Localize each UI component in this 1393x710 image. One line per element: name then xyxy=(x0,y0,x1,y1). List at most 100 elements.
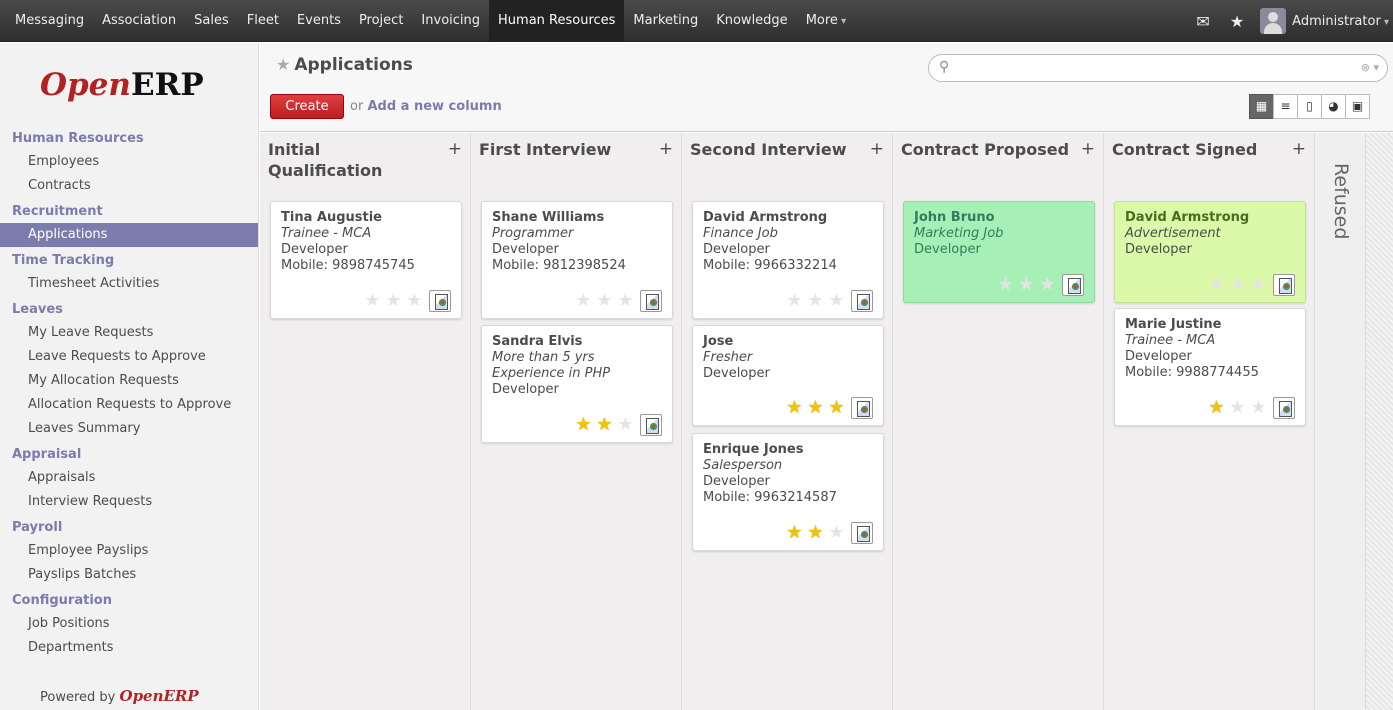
document-icon[interactable] xyxy=(640,414,662,436)
sidebar-section-time-tracking[interactable]: Time Tracking xyxy=(0,250,258,272)
menu-item-sales[interactable]: Sales xyxy=(185,0,238,42)
menu-item-knowledge[interactable]: Knowledge xyxy=(707,0,796,42)
priority-star-icon[interactable]: ★ xyxy=(404,291,425,311)
priority-star-icon[interactable]: ★ xyxy=(594,291,615,311)
priority-star-icon[interactable]: ★ xyxy=(1206,398,1227,418)
menu-item-association[interactable]: Association xyxy=(93,0,185,42)
avatar[interactable] xyxy=(1260,8,1287,34)
priority-star-icon[interactable]: ★ xyxy=(805,523,826,543)
document-icon[interactable] xyxy=(1273,397,1295,419)
add-card-icon[interactable]: + xyxy=(448,139,462,159)
applicant-name[interactable]: Sandra Elvis xyxy=(492,334,662,350)
applicant-name[interactable]: Shane Williams xyxy=(492,210,662,226)
document-icon[interactable] xyxy=(851,522,873,544)
priority-star-icon[interactable]: ★ xyxy=(784,291,805,311)
applicant-card[interactable]: Jose Fresher Developer ★ ★ ★ xyxy=(692,325,884,426)
sidebar-item-my-allocation-requests[interactable]: My Allocation Requests xyxy=(0,369,258,393)
applicant-name[interactable]: Marie Justine xyxy=(1125,317,1295,333)
applicant-name[interactable]: David Armstrong xyxy=(703,210,873,226)
document-icon[interactable] xyxy=(851,397,873,419)
sidebar-section-payroll[interactable]: Payroll xyxy=(0,517,258,539)
sidebar-item-appraisals[interactable]: Appraisals xyxy=(0,466,258,490)
sidebar-item-timesheet-activities[interactable]: Timesheet Activities xyxy=(0,272,258,296)
applicant-name[interactable]: David Armstrong xyxy=(1125,210,1295,226)
priority-star-icon[interactable]: ★ xyxy=(1016,275,1037,295)
priority-star-icon[interactable]: ★ xyxy=(784,398,805,418)
sidebar-item-applications[interactable]: Applications xyxy=(0,223,258,247)
menu-item-more[interactable]: More xyxy=(797,0,855,42)
priority-star-icon[interactable]: ★ xyxy=(573,415,594,435)
kanban-view-icon[interactable]: ▦ xyxy=(1249,94,1274,119)
menu-item-marketing[interactable]: Marketing xyxy=(624,0,707,42)
priority-star-icon[interactable]: ★ xyxy=(1248,275,1269,295)
priority-star-icon[interactable]: ★ xyxy=(805,291,826,311)
menu-item-human-resources[interactable]: Human Resources xyxy=(489,0,625,42)
priority-star-icon[interactable]: ★ xyxy=(594,415,615,435)
priority-star-icon[interactable]: ★ xyxy=(826,398,847,418)
menu-item-fleet[interactable]: Fleet xyxy=(238,0,288,42)
priority-star-icon[interactable]: ★ xyxy=(1227,275,1248,295)
star-icon[interactable]: ★ xyxy=(1220,12,1254,31)
menu-item-events[interactable]: Events xyxy=(288,0,350,42)
add-card-icon[interactable]: + xyxy=(1292,139,1306,159)
priority-star-icon[interactable]: ★ xyxy=(1206,275,1227,295)
refused-column-folded[interactable]: Refused xyxy=(1316,133,1366,710)
sidebar-section-recruitment[interactable]: Recruitment xyxy=(0,201,258,223)
graph-view-icon[interactable]: ◕ xyxy=(1321,94,1346,119)
priority-star-icon[interactable]: ★ xyxy=(1037,275,1058,295)
applicant-card[interactable]: Enrique Jones Salesperson Developer Mobile:… xyxy=(692,433,884,551)
sidebar-item-allocation-requests-to-approve[interactable]: Allocation Requests to Approve xyxy=(0,393,258,417)
applicant-card[interactable]: Tina Augustie Trainee - MCA Developer Mobil… xyxy=(270,201,462,319)
sidebar-section-appraisal[interactable]: Appraisal xyxy=(0,444,258,466)
sidebar-item-payslips-batches[interactable]: Payslips Batches xyxy=(0,563,258,587)
list-view-icon[interactable]: ≡ xyxy=(1273,94,1298,119)
search-input[interactable] xyxy=(957,59,1347,77)
sidebar-section-human-resources[interactable]: Human Resources xyxy=(0,128,258,150)
sidebar-item-departments[interactable]: Departments xyxy=(0,636,258,660)
applicant-card[interactable]: John Bruno Marketing Job Developer ★ ★ ★ xyxy=(903,201,1095,303)
document-icon[interactable] xyxy=(429,290,451,312)
priority-star-icon[interactable]: ★ xyxy=(383,291,404,311)
envelope-icon[interactable]: ✉ xyxy=(1186,12,1219,31)
priority-star-icon[interactable]: ★ xyxy=(826,291,847,311)
sidebar-item-contracts[interactable]: Contracts xyxy=(0,174,258,198)
document-icon[interactable] xyxy=(640,290,662,312)
applicant-card[interactable]: Sandra Elvis More than 5 yrs Experience i… xyxy=(481,325,673,443)
priority-star-icon[interactable]: ★ xyxy=(805,398,826,418)
applicant-name[interactable]: Jose xyxy=(703,334,873,350)
user-menu[interactable]: Administrator xyxy=(1286,14,1393,29)
sidebar-item-leave-requests-to-approve[interactable]: Leave Requests to Approve xyxy=(0,345,258,369)
menu-item-messaging[interactable]: Messaging xyxy=(6,0,93,42)
form-view-icon[interactable]: ▯ xyxy=(1297,94,1322,119)
applicant-card[interactable]: David Armstrong Finance Job Developer Mobil… xyxy=(692,201,884,319)
search-box[interactable]: ⚲ ⊗ ▾ xyxy=(928,54,1388,82)
add-card-icon[interactable]: + xyxy=(1081,139,1095,159)
priority-star-icon[interactable]: ★ xyxy=(995,275,1016,295)
favorite-star-icon[interactable]: ★ xyxy=(276,55,290,74)
applicant-card[interactable]: David Armstrong Advertisement Developer ★ ★ ★ xyxy=(1114,201,1306,303)
priority-star-icon[interactable]: ★ xyxy=(573,291,594,311)
priority-star-icon[interactable]: ★ xyxy=(1227,398,1248,418)
menu-item-invoicing[interactable]: Invoicing xyxy=(412,0,489,42)
applicant-name[interactable]: John Bruno xyxy=(914,210,1084,226)
priority-star-icon[interactable]: ★ xyxy=(362,291,383,311)
create-button[interactable]: Create xyxy=(270,94,344,119)
sidebar-item-my-leave-requests[interactable]: My Leave Requests xyxy=(0,321,258,345)
applicant-name[interactable]: Enrique Jones xyxy=(703,442,873,458)
add-card-icon[interactable]: + xyxy=(659,139,673,159)
powered-by-link[interactable]: OpenERP xyxy=(120,687,199,705)
applicant-card[interactable]: Shane Williams Programmer Developer Mobile:… xyxy=(481,201,673,319)
sidebar-item-employees[interactable]: Employees xyxy=(0,150,258,174)
sidebar-item-job-positions[interactable]: Job Positions xyxy=(0,612,258,636)
sidebar-section-leaves[interactable]: Leaves xyxy=(0,299,258,321)
priority-star-icon[interactable]: ★ xyxy=(615,415,636,435)
add-card-icon[interactable]: + xyxy=(870,139,884,159)
document-icon[interactable] xyxy=(1062,274,1084,296)
sidebar-item-employee-payslips[interactable]: Employee Payslips xyxy=(0,539,258,563)
document-icon[interactable] xyxy=(1273,274,1295,296)
priority-star-icon[interactable]: ★ xyxy=(784,523,805,543)
clear-icon[interactable]: ⊗ ▾ xyxy=(1361,61,1379,74)
add-column-link[interactable]: Add a new column xyxy=(367,99,501,114)
priority-star-icon[interactable]: ★ xyxy=(615,291,636,311)
calendar-view-icon[interactable]: ▣ xyxy=(1345,94,1370,119)
